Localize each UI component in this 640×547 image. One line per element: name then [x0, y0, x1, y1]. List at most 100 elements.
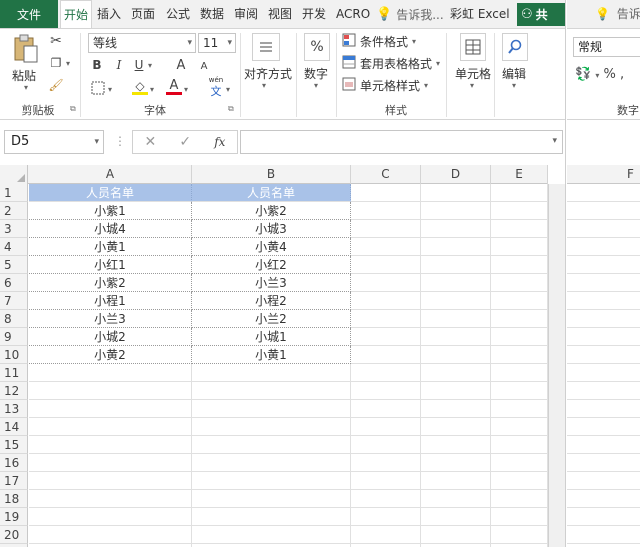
cell-c4[interactable]: [351, 238, 421, 256]
cell-c7[interactable]: [351, 292, 421, 310]
cell-e14[interactable]: [491, 418, 548, 436]
cell-d11[interactable]: [421, 364, 491, 382]
cell-d12[interactable]: [421, 382, 491, 400]
cell-c17[interactable]: [351, 472, 421, 490]
number-dropdown-icon[interactable]: ▾: [314, 81, 318, 90]
copy-icon[interactable]: ❐: [48, 55, 64, 71]
cell-a12[interactable]: [29, 382, 192, 400]
cell-c2[interactable]: [351, 202, 421, 220]
cell-c15[interactable]: [351, 436, 421, 454]
cell-a5[interactable]: 小红1: [29, 256, 192, 274]
tab-page-layout[interactable]: 页面: [131, 0, 155, 28]
row-header-9[interactable]: 9: [0, 328, 28, 346]
cell-d5[interactable]: [421, 256, 491, 274]
alignment-label[interactable]: 对齐方式: [244, 65, 292, 82]
cell-a2[interactable]: 小紫1: [29, 202, 192, 220]
cells-label[interactable]: 单元格: [455, 65, 491, 82]
cell-c18[interactable]: [351, 490, 421, 508]
cell-e11[interactable]: [491, 364, 548, 382]
number-label[interactable]: 数字: [304, 65, 328, 82]
percent-style-icon[interactable]: %: [603, 67, 615, 82]
second-window-tell-me[interactable]: 💡 告诉: [595, 0, 640, 28]
select-all-button[interactable]: [0, 165, 28, 184]
paste-dropdown-icon[interactable]: ▾: [22, 83, 30, 92]
cell-e1[interactable]: [491, 184, 548, 202]
format-painter-icon[interactable]: 🖌: [48, 77, 64, 93]
cell-a15[interactable]: [29, 436, 192, 454]
cell-e9[interactable]: [491, 328, 548, 346]
row-header-20[interactable]: 20: [0, 526, 28, 544]
cell-a16[interactable]: [29, 454, 192, 472]
tab-view[interactable]: 视图: [268, 0, 292, 28]
row-header-1[interactable]: 1: [0, 184, 28, 202]
column-header-b[interactable]: B: [192, 165, 351, 184]
cell-e5[interactable]: [491, 256, 548, 274]
column-header-d[interactable]: D: [421, 165, 491, 184]
cell-a19[interactable]: [29, 508, 192, 526]
cell-b16[interactable]: [192, 454, 351, 472]
cell-a9[interactable]: 小城2: [29, 328, 192, 346]
cell-a1[interactable]: 人员名单: [29, 184, 192, 202]
cell-d18[interactable]: [421, 490, 491, 508]
grow-font-button[interactable]: A: [174, 57, 188, 73]
font-size-select[interactable]: 11 ▾: [198, 33, 236, 53]
cell-styles-button[interactable]: 单元格样式: [360, 77, 420, 94]
cell-d14[interactable]: [421, 418, 491, 436]
cell-e8[interactable]: [491, 310, 548, 328]
chevron-down-icon[interactable]: ▾: [595, 71, 599, 80]
cell-e12[interactable]: [491, 382, 548, 400]
phonetic-dropdown-icon[interactable]: ▾: [226, 85, 230, 94]
percent-icon[interactable]: %: [304, 33, 330, 61]
row-header-17[interactable]: 17: [0, 472, 28, 490]
clipboard-launcher-icon[interactable]: ⧉: [70, 104, 76, 114]
chevron-down-icon[interactable]: ▾: [412, 37, 416, 46]
cell-a4[interactable]: 小黄1: [29, 238, 192, 256]
cell-c20[interactable]: [351, 526, 421, 544]
cell-b20[interactable]: [192, 526, 351, 544]
cell-a13[interactable]: [29, 400, 192, 418]
cell-c5[interactable]: [351, 256, 421, 274]
cell-d13[interactable]: [421, 400, 491, 418]
row-header-14[interactable]: 14: [0, 418, 28, 436]
cell-c16[interactable]: [351, 454, 421, 472]
row-header-8[interactable]: 8: [0, 310, 28, 328]
font-color-dropdown-icon[interactable]: ▾: [184, 85, 188, 94]
cell-c6[interactable]: [351, 274, 421, 292]
cell-e3[interactable]: [491, 220, 548, 238]
paste-icon[interactable]: [10, 33, 42, 65]
chevron-down-icon[interactable]: ▾: [424, 81, 428, 90]
format-as-table-button[interactable]: 套用表格格式: [360, 55, 432, 72]
row-header-10[interactable]: 10: [0, 346, 28, 364]
chevron-down-icon[interactable]: ▾: [436, 59, 440, 68]
cell-e15[interactable]: [491, 436, 548, 454]
cut-icon[interactable]: ✂: [48, 33, 64, 49]
tab-formulas[interactable]: 公式: [166, 0, 190, 28]
cell-b7[interactable]: 小程2: [192, 292, 351, 310]
row-header-16[interactable]: 16: [0, 454, 28, 472]
cell-d6[interactable]: [421, 274, 491, 292]
column-header-e[interactable]: E: [491, 165, 548, 184]
column-header-f[interactable]: F: [627, 165, 634, 184]
insert-function-icon[interactable]: fx: [214, 135, 225, 149]
cell-b6[interactable]: 小兰3: [192, 274, 351, 292]
cell-b9[interactable]: 小城1: [192, 328, 351, 346]
cell-a10[interactable]: 小黄2: [29, 346, 192, 364]
tab-insert[interactable]: 插入: [97, 0, 121, 28]
cell-d2[interactable]: [421, 202, 491, 220]
underline-button[interactable]: U: [132, 57, 146, 73]
cells-dropdown-icon[interactable]: ▾: [470, 81, 474, 90]
cell-d7[interactable]: [421, 292, 491, 310]
tab-data[interactable]: 数据: [200, 0, 224, 28]
font-name-select[interactable]: 等线 ▾: [88, 33, 196, 53]
enter-icon[interactable]: ✓: [179, 134, 191, 150]
cell-d17[interactable]: [421, 472, 491, 490]
cell-b19[interactable]: [192, 508, 351, 526]
cell-d1[interactable]: [421, 184, 491, 202]
cell-e10[interactable]: [491, 346, 548, 364]
cell-b18[interactable]: [192, 490, 351, 508]
cell-b4[interactable]: 小黄4: [192, 238, 351, 256]
column-header-c[interactable]: C: [351, 165, 421, 184]
column-header-a[interactable]: A: [29, 165, 192, 184]
accounting-format-icon[interactable]: 💱: [575, 67, 591, 82]
cell-a14[interactable]: [29, 418, 192, 436]
